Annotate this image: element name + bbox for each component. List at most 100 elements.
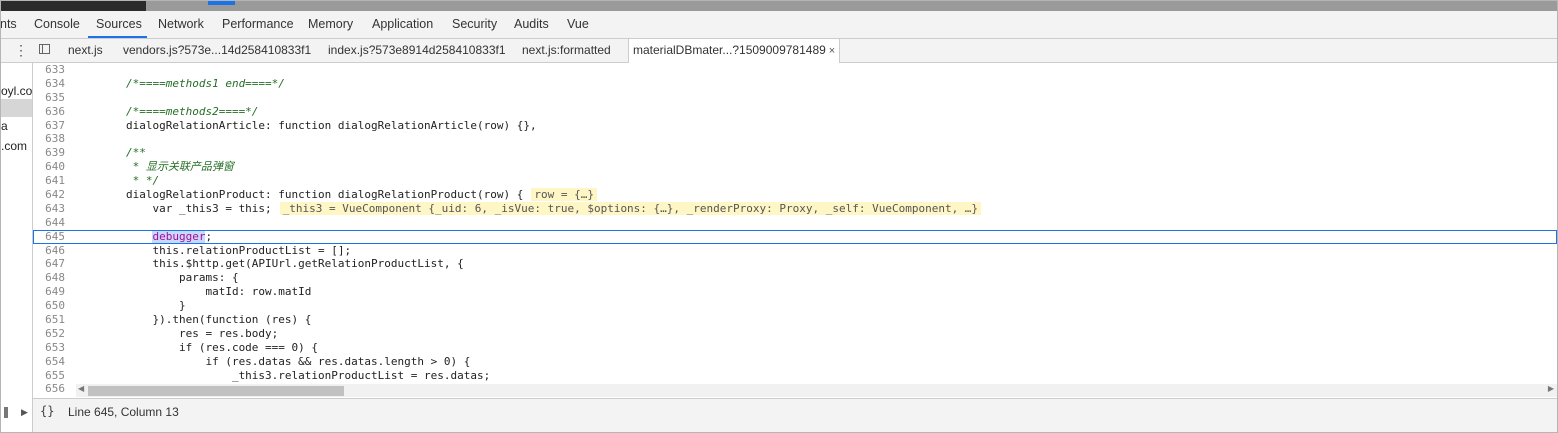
file-tab-active[interactable]: materialDBmater...?1509009781489 × bbox=[628, 39, 841, 63]
code-line[interactable]: 643 var _this3 = this; _this3 = VueCompon… bbox=[33, 201, 1557, 216]
line-number[interactable]: 648 bbox=[33, 271, 73, 285]
line-number[interactable]: 647 bbox=[33, 257, 73, 271]
code-text: if (res.datas && res.datas.length > 0) { bbox=[73, 354, 471, 368]
line-number[interactable]: 641 bbox=[33, 174, 73, 188]
tab-elements[interactable]: nts bbox=[1, 11, 17, 38]
code-line[interactable]: 633 bbox=[33, 63, 1557, 77]
code-line[interactable]: 634 /*====methods1 end====*/ bbox=[33, 77, 1557, 91]
line-number[interactable]: 642 bbox=[33, 188, 73, 202]
code-text: res = res.body; bbox=[73, 326, 279, 340]
code-line[interactable]: 639 /** bbox=[33, 146, 1557, 160]
more-options-icon[interactable]: ⋮ bbox=[14, 41, 28, 59]
top-strip bbox=[1, 1, 1557, 11]
line-number[interactable]: 639 bbox=[33, 146, 73, 160]
code-line[interactable]: 651 }).then(function (res) { bbox=[33, 313, 1557, 327]
tab-memory[interactable]: Memory bbox=[308, 11, 353, 38]
code-line[interactable]: 637 dialogRelationArticle: function dial… bbox=[33, 119, 1557, 133]
code-text: this.$http.get(APIUrl.getRelationProduct… bbox=[73, 257, 464, 271]
navigator-item[interactable]: .com bbox=[1, 139, 27, 153]
line-number[interactable]: 638 bbox=[33, 132, 73, 146]
tab-application[interactable]: Application bbox=[372, 11, 433, 38]
line-number[interactable]: 643 bbox=[33, 202, 73, 216]
tab-security[interactable]: Security bbox=[452, 11, 497, 38]
line-number[interactable]: 656 bbox=[33, 382, 73, 396]
line-number[interactable]: 637 bbox=[33, 119, 73, 133]
line-number[interactable]: 635 bbox=[33, 91, 73, 105]
file-tab-bar: next.js vendors.js?573e...14d258410833f1… bbox=[1, 39, 1557, 63]
status-bar: {} Line 645, Column 13 bbox=[33, 398, 1557, 432]
line-number[interactable]: 646 bbox=[33, 244, 73, 258]
code-text: matId: row.matId bbox=[73, 285, 312, 299]
tab-performance[interactable]: Performance bbox=[222, 11, 294, 38]
line-number[interactable]: 651 bbox=[33, 313, 73, 327]
code-line[interactable]: 641 * */ bbox=[33, 174, 1557, 188]
top-strip-indicator bbox=[208, 1, 235, 5]
line-number[interactable]: 640 bbox=[33, 160, 73, 174]
line-number[interactable]: 645 bbox=[33, 230, 73, 244]
code-line[interactable]: 646 this.relationProductList = []; bbox=[33, 244, 1557, 258]
code-line[interactable]: 649 matId: row.matId bbox=[33, 285, 1557, 299]
line-number[interactable]: 652 bbox=[33, 327, 73, 341]
file-tab[interactable]: next.js:formatted bbox=[522, 39, 611, 62]
pane-resizer[interactable] bbox=[4, 407, 8, 418]
horizontal-scrollbar[interactable]: ◀ ▶ bbox=[76, 384, 1557, 397]
tab-network[interactable]: Network bbox=[158, 11, 204, 38]
code-line[interactable]: 642 dialogRelationProduct: function dial… bbox=[33, 188, 1557, 202]
code-line[interactable]: 647 this.$http.get(APIUrl.getRelationPro… bbox=[33, 257, 1557, 271]
code-line[interactable]: 635 bbox=[33, 91, 1557, 105]
line-number[interactable]: 650 bbox=[33, 299, 73, 313]
pretty-print-icon[interactable]: {} bbox=[40, 404, 54, 418]
file-tab[interactable]: index.js?573e8914d258410833f1 bbox=[328, 39, 506, 62]
line-number[interactable]: 644 bbox=[33, 216, 73, 230]
code-line[interactable]: 655 _this3.relationProductList = res.dat… bbox=[33, 369, 1557, 383]
scrollbar-thumb[interactable] bbox=[88, 386, 344, 396]
code-line[interactable]: 654 if (res.datas && res.datas.length > … bbox=[33, 355, 1557, 369]
code-text: }).then(function (res) { bbox=[73, 313, 312, 327]
tab-vue[interactable]: Vue bbox=[567, 11, 589, 38]
line-number[interactable]: 634 bbox=[33, 77, 73, 91]
line-number[interactable]: 653 bbox=[33, 341, 73, 355]
code-line[interactable]: 638 bbox=[33, 132, 1557, 146]
code-text: if (res.code === 0) { bbox=[73, 340, 319, 354]
file-tab[interactable]: next.js bbox=[68, 39, 103, 62]
code-text: debugger; bbox=[152, 229, 213, 243]
code-line[interactable]: 652 res = res.body; bbox=[33, 327, 1557, 341]
code-editor[interactable]: 633 634 /*====methods1 end====*/635 636 /*… bbox=[33, 63, 1557, 397]
line-number[interactable]: 633 bbox=[33, 63, 73, 77]
tab-console[interactable]: Console bbox=[34, 11, 80, 38]
code-line[interactable]: 653 if (res.code === 0) { bbox=[33, 341, 1557, 355]
code-line[interactable]: 636 /*====methods2====*/ bbox=[33, 105, 1557, 119]
navigator-pane: oyl.co a .com ▶ bbox=[1, 63, 33, 432]
toggle-navigator-icon[interactable] bbox=[39, 44, 50, 54]
file-tab-label: materialDBmater...?1509009781489 bbox=[633, 43, 826, 57]
devtools-window: nts Console Sources Network Performance … bbox=[0, 0, 1558, 433]
close-icon[interactable]: × bbox=[829, 45, 835, 57]
code-line[interactable]: 645 debugger; bbox=[33, 229, 1557, 244]
expand-arrow-icon[interactable]: ▶ bbox=[21, 407, 28, 418]
tab-sources[interactable]: Sources bbox=[96, 11, 142, 38]
code-line[interactable]: 648 params: { bbox=[33, 271, 1557, 285]
cursor-position: Line 645, Column 13 bbox=[68, 405, 179, 419]
line-number[interactable]: 649 bbox=[33, 285, 73, 299]
code-text: /*====methods2====*/ bbox=[73, 104, 259, 118]
code-text: /** bbox=[73, 146, 146, 160]
code-text: params: { bbox=[73, 271, 239, 285]
navigator-item[interactable]: oyl.co bbox=[1, 84, 32, 98]
scroll-right-icon[interactable]: ▶ bbox=[1548, 384, 1554, 393]
inline-value: _this3 = VueComponent {_uid: 6, _isVue: … bbox=[279, 201, 982, 215]
navigator-item-selected[interactable] bbox=[1, 99, 32, 117]
line-number[interactable]: 654 bbox=[33, 355, 73, 369]
code-line[interactable]: 640 * 显示关联产品弹窗 bbox=[33, 160, 1557, 174]
scroll-left-icon[interactable]: ◀ bbox=[78, 384, 84, 393]
file-tab[interactable]: vendors.js?573e...14d258410833f1 bbox=[123, 39, 311, 62]
code-line[interactable]: 644 bbox=[33, 216, 1557, 230]
code-text: this.relationProductList = []; bbox=[73, 243, 352, 257]
navigator-item[interactable]: a bbox=[1, 119, 8, 133]
tab-audits[interactable]: Audits bbox=[514, 11, 549, 38]
code-text: * 显示关联产品弹窗 bbox=[73, 160, 234, 174]
line-number[interactable]: 636 bbox=[33, 105, 73, 119]
line-number[interactable]: 655 bbox=[33, 369, 73, 383]
code-line[interactable]: 650 } bbox=[33, 299, 1557, 313]
code-text: /*====methods1 end====*/ bbox=[73, 76, 285, 90]
code-text: var _this3 = this; bbox=[73, 201, 272, 215]
